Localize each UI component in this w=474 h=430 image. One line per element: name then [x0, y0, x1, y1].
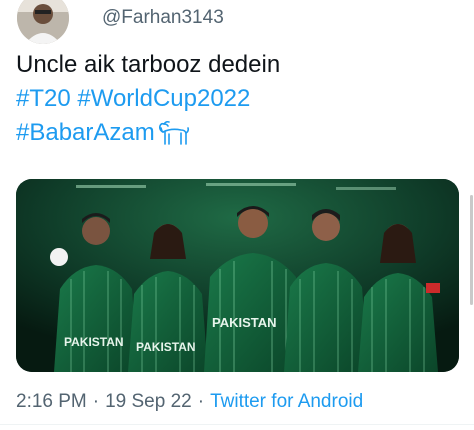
tweet-time[interactable]: 2:16 PM: [16, 391, 87, 412]
hashtag-worldcup[interactable]: #T20 #WorldCup2022: [16, 82, 456, 116]
scrollbar[interactable]: [470, 195, 473, 305]
tweet-date[interactable]: 19 Sep 22: [105, 391, 192, 412]
divider: [0, 424, 474, 425]
tweet-source-link[interactable]: Twitter for Android: [210, 391, 363, 412]
jersey-text: PAKISTAN: [212, 315, 277, 330]
avatar-photo: [17, 0, 69, 44]
goat-icon: [157, 120, 191, 156]
avatar[interactable]: [17, 0, 69, 44]
tweet-screenshot: @Farhan3143 Uncle aik tarbooz dedein #T2…: [0, 0, 474, 430]
tweet-media-image[interactable]: PAKISTAN PAKISTAN PAKISTAN: [16, 179, 459, 372]
user-handle[interactable]: @Farhan3143: [102, 6, 224, 30]
jersey-text: PAKISTAN: [64, 335, 124, 349]
tweet-text: Uncle aik tarbooz dedein #T20 #WorldCup2…: [16, 48, 456, 156]
jersey-text: PAKISTAN: [136, 340, 196, 354]
meta-separator: ·: [92, 391, 100, 412]
meta-separator: ·: [197, 391, 205, 412]
tweet-metadata: 2:16 PM · 19 Sep 22 · Twitter for Android: [16, 390, 363, 414]
tweet-text-line: Uncle aik tarbooz dedein: [16, 51, 281, 78]
hashtag-babarazam[interactable]: #BabarAzam: [16, 119, 155, 146]
